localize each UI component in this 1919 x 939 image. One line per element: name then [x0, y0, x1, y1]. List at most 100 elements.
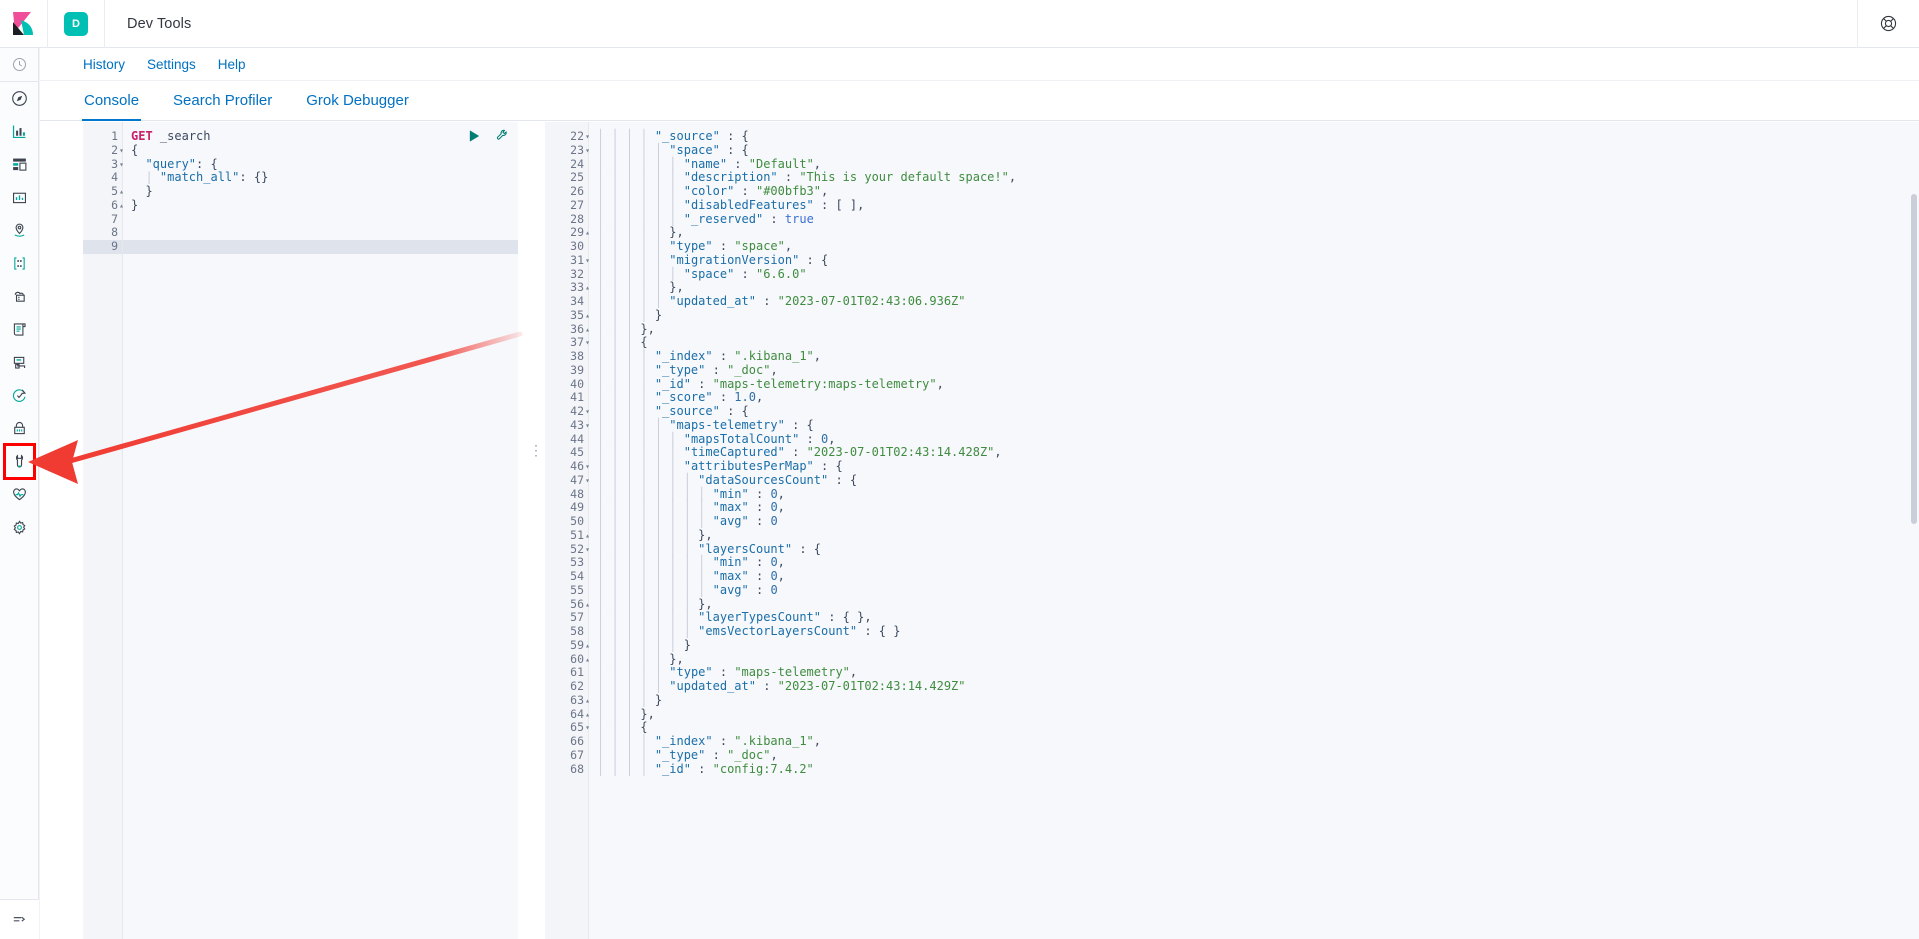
fold-down-icon[interactable]: ▾: [582, 336, 590, 350]
fold-down-icon[interactable]: ▾: [582, 721, 590, 735]
editor-code-area[interactable]: GET _search{ "query": { | "match_all": {…: [123, 122, 518, 939]
indent-guide: │: [611, 377, 625, 391]
fold-down-icon[interactable]: ▾: [582, 405, 590, 419]
sidebar-item-dashboard[interactable]: [0, 148, 39, 181]
nav-link-settings[interactable]: Settings: [147, 57, 196, 72]
indent-guide: │: [698, 500, 712, 514]
lock-icon: [11, 420, 28, 437]
indent-guide: │: [626, 665, 640, 679]
fold-up-icon[interactable]: ▴: [582, 281, 590, 295]
indent-guide: │: [626, 707, 640, 721]
sidebar-item-canvas[interactable]: [0, 181, 39, 214]
apm-icon: [11, 354, 28, 371]
page-title: Dev Tools: [105, 16, 191, 32]
fold-down-icon[interactable]: ▾: [582, 419, 590, 433]
indent-guide: │: [611, 432, 625, 446]
indent-guide: │: [597, 555, 611, 569]
indent-guide: │: [640, 363, 654, 377]
indent-guide: │: [640, 555, 654, 569]
indent-guide: │: [655, 143, 669, 157]
tab-console[interactable]: Console: [82, 92, 141, 121]
code-token: ,: [778, 555, 785, 569]
code-line: │ │ │ │ │ │ │ },: [597, 529, 1919, 543]
sidebar-item-management[interactable]: [0, 511, 39, 544]
sidebar-item-recently-viewed[interactable]: [0, 48, 39, 81]
code-line: │ │ │ │ │ │ │ │ "avg" : 0: [597, 584, 1919, 598]
tab-grok-debugger[interactable]: Grok Debugger: [304, 92, 411, 121]
line-number: 61: [545, 666, 588, 680]
response-pane[interactable]: 22▾23▾242526272829▴3031▾3233▴3435▴36▴37▾…: [545, 122, 1919, 939]
wrench-settings-icon[interactable]: [495, 128, 510, 148]
sidebar-item-infrastructure[interactable]: [0, 280, 39, 313]
fold-up-icon[interactable]: ▴: [582, 653, 590, 667]
kibana-logo[interactable]: [0, 0, 48, 48]
nav-link-help[interactable]: Help: [218, 57, 246, 72]
fold-up-icon[interactable]: ▴: [116, 199, 124, 213]
line-number: 51▴: [545, 529, 588, 543]
fold-down-icon[interactable]: ▾: [582, 474, 590, 488]
sidebar-item-logs[interactable]: [0, 313, 39, 346]
indent-guide: │: [597, 693, 611, 707]
code-token: 0: [770, 569, 777, 583]
fold-up-icon[interactable]: ▴: [582, 694, 590, 708]
sidebar-item-visualize[interactable]: [0, 115, 39, 148]
indent-guide: │: [626, 624, 640, 638]
request-editor-pane[interactable]: 12▾3▾45▴6▴789 GET _search{ "query": { | …: [83, 122, 518, 939]
indent-guide: │: [684, 528, 698, 542]
indent-guide: │: [669, 445, 683, 459]
indent-guide: │: [611, 280, 625, 294]
sidebar-item-dev-tools[interactable]: [0, 445, 39, 478]
fold-up-icon[interactable]: ▴: [582, 598, 590, 612]
code-line: │ │ │ │ "_index" : ".kibana_1",: [597, 350, 1919, 364]
sidebar-item-uptime[interactable]: [0, 379, 39, 412]
line-number: 48: [545, 488, 588, 502]
nav-link-history[interactable]: History: [83, 57, 125, 72]
code-token: :: [734, 267, 756, 281]
fold-up-icon[interactable]: ▴: [582, 226, 590, 240]
fold-down-icon[interactable]: ▾: [582, 130, 590, 144]
indent-guide: │: [626, 335, 640, 349]
code-token: :: [713, 665, 735, 679]
indent-guide: │: [597, 473, 611, 487]
sidebar-item-security[interactable]: [0, 412, 39, 445]
code-token: }: [684, 638, 691, 652]
tab-search-profiler[interactable]: Search Profiler: [171, 92, 274, 121]
indent-guide: │: [611, 748, 625, 762]
indent-guide: │: [597, 349, 611, 363]
response-code-area[interactable]: │ │ │ │ "_source" : {│ │ │ │ │ "space" :…: [589, 122, 1919, 939]
code-token: },: [640, 707, 654, 721]
indent-guide: │: [611, 638, 625, 652]
code-line: │ │ │ },: [597, 708, 1919, 722]
line-number: 54: [545, 570, 588, 584]
fold-up-icon[interactable]: ▴: [582, 529, 590, 543]
sidebar-item-apm[interactable]: [0, 346, 39, 379]
play-triangle-icon[interactable]: [468, 129, 481, 148]
pane-resize-handle[interactable]: ⋮: [518, 122, 545, 939]
code-token: : { }: [857, 624, 900, 638]
fold-up-icon[interactable]: ▴: [582, 708, 590, 722]
sidebar-item-maps[interactable]: [0, 214, 39, 247]
code-line: │ │ │ },: [597, 323, 1919, 337]
fold-down-icon[interactable]: ▾: [582, 254, 590, 268]
sidebar-collapse-button[interactable]: [0, 899, 39, 939]
fold-down-icon[interactable]: ▾: [582, 543, 590, 557]
indent-guide: │: [626, 652, 640, 666]
indent-guide: │: [626, 418, 640, 432]
indent-guide: │: [626, 225, 640, 239]
fold-up-icon[interactable]: ▴: [582, 639, 590, 653]
fold-up-icon[interactable]: ▴: [582, 323, 590, 337]
fold-down-icon[interactable]: ▾: [116, 158, 124, 172]
sidebar-item-machine-learning[interactable]: [0, 247, 39, 280]
response-vertical-scrollbar[interactable]: [1911, 194, 1917, 524]
code-token: "name": [684, 157, 727, 171]
code-line: │ │ │ {: [597, 721, 1919, 735]
indent-guide: │: [640, 225, 654, 239]
help-lifebuoy-icon[interactable]: [1857, 0, 1919, 48]
fold-down-icon[interactable]: ▾: [582, 460, 590, 474]
fold-up-icon[interactable]: ▴: [582, 309, 590, 323]
fold-down-icon[interactable]: ▾: [116, 144, 124, 158]
fold-down-icon[interactable]: ▾: [582, 144, 590, 158]
sidebar-item-monitoring[interactable]: [0, 478, 39, 511]
fold-up-icon[interactable]: ▴: [116, 185, 124, 199]
sidebar-item-discover[interactable]: [0, 82, 39, 115]
